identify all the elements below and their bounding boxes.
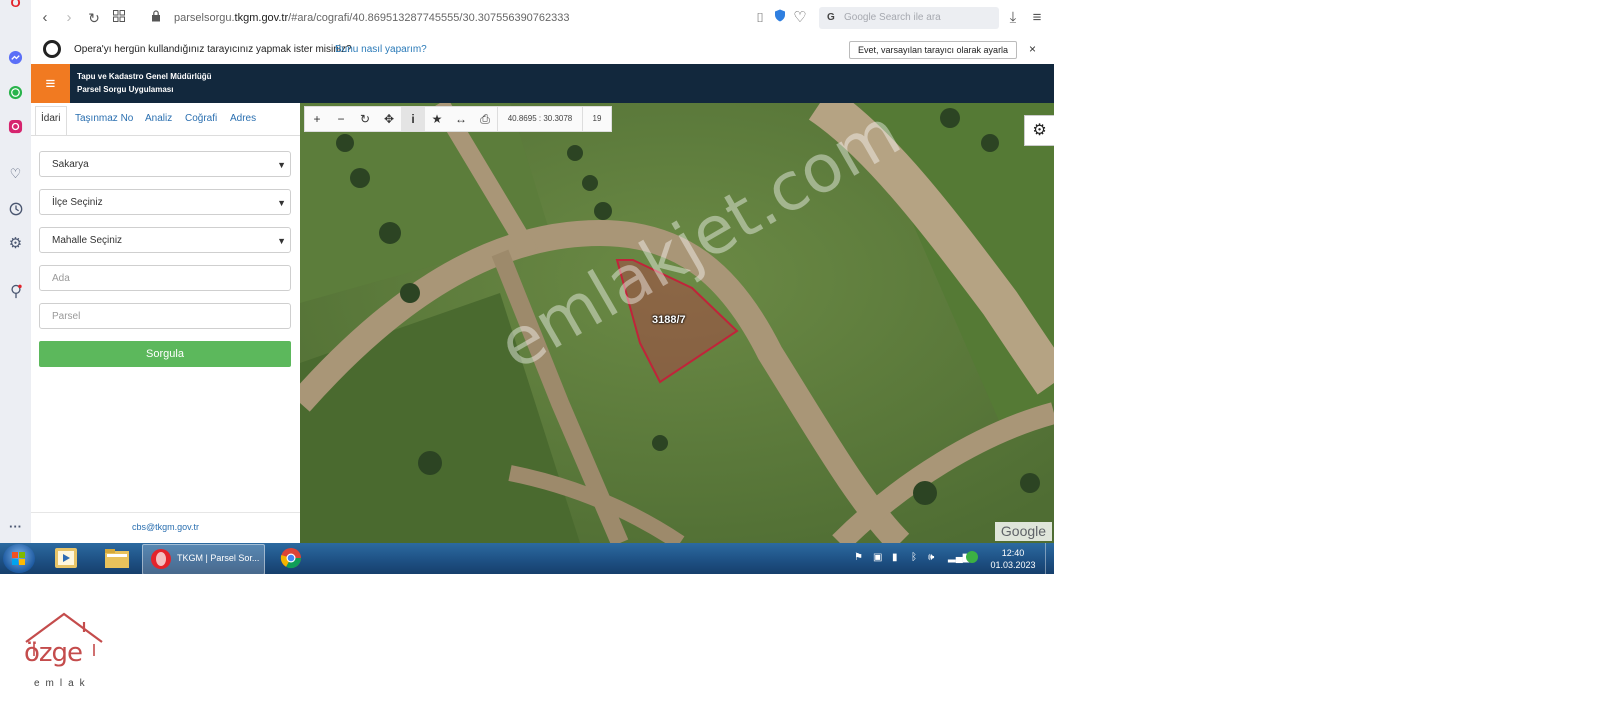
- reload-icon[interactable]: ↻: [85, 9, 103, 27]
- app-subtitle: Parsel Sorgu Uygulaması: [77, 85, 174, 94]
- mahalle-select[interactable]: Mahalle Seçiniz ▼: [39, 227, 291, 253]
- opera-sidebar: O ♡ ⚙ ···: [0, 0, 32, 545]
- taskbar-clock[interactable]: 12:40 01.03.2023: [986, 547, 1040, 571]
- tab-tasinmaz-no[interactable]: Taşınmaz No: [75, 113, 133, 124]
- speed-dial-icon[interactable]: [110, 9, 128, 27]
- file-explorer-icon[interactable]: [104, 547, 130, 569]
- lock-icon: [147, 9, 165, 27]
- footer-email[interactable]: cbs@tkgm.gov.tr: [31, 522, 300, 532]
- forward-icon[interactable]: ›: [60, 9, 78, 27]
- default-browser-banner: Opera'yı hergün kullandığınız tarayıcını…: [31, 36, 1054, 65]
- map-toolbar: + − ↻ ✥ i ★ ↔ ⎙ 40.8695 : 30.3078 19: [304, 106, 612, 132]
- print-icon[interactable]: ⎙: [473, 107, 497, 131]
- app-title: Tapu ve Kadastro Genel Müdürlüğü: [77, 72, 212, 81]
- satellite-map[interactable]: 3188/7 emlakjet.com + − ↻ ✥ i ★ ↔ ⎙ 40.8…: [300, 103, 1054, 543]
- banner-message: Opera'yı hergün kullandığınız tarayıcını…: [74, 44, 352, 55]
- battery-icon[interactable]: ▮: [892, 552, 898, 563]
- set-default-button[interactable]: Evet, varsayılan tarayıcı olarak ayarla: [849, 41, 1018, 59]
- clock-date: 01.03.2023: [990, 560, 1036, 570]
- logo-name: özge: [24, 638, 83, 668]
- clock-time: 12:40: [1001, 548, 1025, 558]
- whatsapp-icon[interactable]: [7, 84, 24, 101]
- camera-icon[interactable]: ⌷: [751, 9, 769, 27]
- measure-icon[interactable]: ↔: [449, 107, 473, 131]
- gear-icon[interactable]: ⚙: [7, 234, 24, 252]
- app-header: ≡ Tapu ve Kadastro Genel Müdürlüğü Parse…: [31, 64, 1054, 103]
- il-select[interactable]: Sakarya ▼: [39, 151, 291, 177]
- query-panel: İdari Taşınmaz No Analiz Coğrafi Adres S…: [31, 103, 301, 543]
- more-icon[interactable]: ···: [7, 518, 24, 535]
- shield-icon[interactable]: [771, 9, 789, 27]
- info-icon[interactable]: i: [401, 107, 425, 131]
- pin-icon[interactable]: [7, 283, 24, 300]
- opera-logo-icon: [43, 40, 61, 58]
- media-player-icon[interactable]: [55, 548, 77, 568]
- url-field[interactable]: parselsorgu.tkgm.gov.tr/#ara/cografi/40.…: [174, 12, 570, 24]
- banner-close-icon[interactable]: ×: [1029, 42, 1036, 56]
- ozge-emlak-logo: özge emlak: [20, 612, 104, 692]
- google-g-icon: G: [827, 12, 835, 23]
- hamburger-menu-button[interactable]: ≡: [31, 64, 70, 103]
- update-icon[interactable]: [966, 551, 978, 563]
- messenger-icon[interactable]: [7, 49, 24, 66]
- star-icon[interactable]: ★: [425, 107, 449, 131]
- start-button[interactable]: [3, 544, 35, 573]
- zoom-level: 19: [582, 107, 611, 131]
- heart-icon[interactable]: ♡: [7, 165, 24, 182]
- chevron-down-icon: ▼: [277, 198, 286, 208]
- locate-icon[interactable]: ✥: [377, 107, 401, 131]
- zoom-in-icon[interactable]: +: [305, 107, 329, 131]
- chrome-icon[interactable]: [280, 547, 302, 569]
- logo-sub: emlak: [34, 678, 91, 689]
- tab-analiz[interactable]: Analiz: [145, 113, 172, 124]
- chevron-down-icon: ▼: [277, 236, 286, 246]
- taskbar-opera-window[interactable]: TKGM | Parsel Sor...: [142, 544, 265, 575]
- settings-gear-icon[interactable]: ⚙: [1024, 115, 1054, 146]
- instagram-icon[interactable]: [7, 118, 24, 135]
- coordinate-readout: 40.8695 : 30.3078: [497, 107, 582, 131]
- windows-taskbar: TKGM | Parsel Sor... ⚑ ▣ ▮ ᛒ 🕪 ▂▄▆ 12:40…: [0, 543, 1055, 575]
- ilce-select[interactable]: İlçe Seçiniz ▼: [39, 189, 291, 215]
- menu-icon[interactable]: ≡: [1028, 9, 1046, 27]
- clock-icon[interactable]: [7, 200, 24, 217]
- back-icon[interactable]: ‹: [36, 9, 54, 27]
- show-desktop-button[interactable]: [1045, 543, 1055, 574]
- chevron-down-icon: ▼: [277, 160, 286, 170]
- download-icon[interactable]: ⤓: [1004, 9, 1022, 27]
- volume-icon[interactable]: 🕪: [928, 552, 934, 563]
- refresh-icon[interactable]: ↻: [353, 107, 377, 131]
- ada-input[interactable]: Ada: [39, 265, 291, 291]
- flag-icon[interactable]: ⚑: [854, 552, 863, 563]
- zoom-out-icon[interactable]: −: [329, 107, 353, 131]
- google-attribution: Google: [995, 522, 1052, 541]
- tab-cografi[interactable]: Coğrafi: [185, 113, 217, 124]
- banner-link[interactable]: Bunu nasıl yaparım?: [335, 44, 427, 55]
- address-bar: ‹ › ↻ parselsorgu.tkgm.gov.tr/#ara/cogra…: [31, 0, 1054, 37]
- search-input[interactable]: G Google Search ile ara: [819, 7, 999, 29]
- taskbar-window-title: TKGM | Parsel Sor...: [177, 553, 260, 563]
- network-device-icon[interactable]: ▣: [873, 552, 882, 563]
- parcel-label: 3188/7: [652, 314, 686, 326]
- bookmark-heart-icon[interactable]: ♡: [791, 9, 809, 27]
- opera-icon[interactable]: O: [7, 0, 24, 11]
- bluetooth-icon[interactable]: ᛒ: [911, 552, 917, 563]
- sorgula-button[interactable]: Sorgula: [39, 341, 291, 367]
- parsel-input[interactable]: Parsel: [39, 303, 291, 329]
- tab-idari[interactable]: İdari: [41, 113, 60, 124]
- tab-adres[interactable]: Adres: [230, 113, 256, 124]
